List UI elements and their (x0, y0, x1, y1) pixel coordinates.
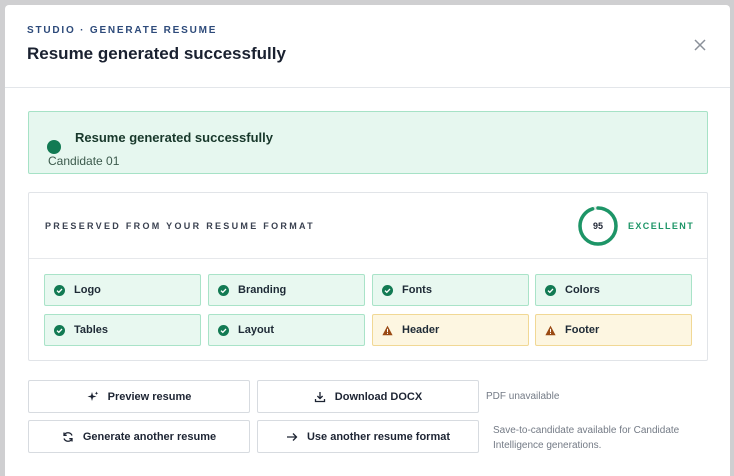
banner-title: Resume generated successfully (75, 130, 273, 145)
preserved-item-logo: Logo (44, 274, 201, 306)
score-ring: 95 (577, 205, 619, 247)
check-circle-icon (382, 285, 393, 296)
preserved-format-label: PRESERVED FROM YOUR RESUME FORMAT (45, 221, 315, 231)
score-rating: EXCELLENT (628, 221, 695, 231)
candidate-name: Candidate 01 (48, 154, 120, 168)
save-to-candidate-note: Save-to-candidate available for Candidat… (493, 425, 680, 451)
breadcrumb: STUDIO · GENERATE RESUME (27, 25, 218, 36)
check-circle-icon (218, 285, 229, 296)
refresh-icon (62, 431, 74, 443)
check-circle-icon (218, 325, 229, 336)
preserved-item-tables: Tables (44, 314, 201, 346)
preserved-item-colors: Colors (535, 274, 692, 306)
preserved-items-grid: Logo Branding Fonts Colors Tables Layout… (44, 274, 692, 346)
preview-resume-button[interactable]: Preview resume (28, 380, 250, 413)
dialog-header: STUDIO · GENERATE RESUME Resume generate… (5, 5, 730, 88)
download-docx-button[interactable]: Download DOCX (257, 380, 479, 413)
preserved-item-branding: Branding (208, 274, 365, 306)
pdf-unavailable-note: PDF unavailable (486, 391, 560, 402)
check-circle-icon (54, 285, 65, 296)
generate-resume-dialog: STUDIO · GENERATE RESUME Resume generate… (5, 5, 730, 476)
check-circle-icon (545, 285, 556, 296)
success-check-icon (47, 140, 61, 154)
preserved-item-fonts: Fonts (372, 274, 529, 306)
generate-another-resume-button[interactable]: Generate another resume (28, 420, 250, 453)
check-circle-icon (54, 325, 65, 336)
preserved-format-header: PRESERVED FROM YOUR RESUME FORMAT 95 EXC… (29, 193, 707, 259)
sparkle-icon (87, 391, 99, 403)
page-title: Resume generated successfully (27, 44, 286, 63)
score-value: 95 (592, 221, 603, 231)
preserved-item-footer: Footer (535, 314, 692, 346)
preserved-item-header: Header (372, 314, 529, 346)
arrow-right-icon (286, 431, 298, 443)
preserved-item-layout: Layout (208, 314, 365, 346)
success-banner: Resume generated successfully Candidate … (28, 111, 708, 174)
warning-triangle-icon (382, 325, 393, 336)
use-another-format-button[interactable]: Use another resume format (257, 420, 479, 453)
close-icon (694, 39, 706, 51)
preserved-format-panel: PRESERVED FROM YOUR RESUME FORMAT 95 EXC… (28, 192, 708, 361)
warning-triangle-icon (545, 325, 556, 336)
download-icon (314, 391, 326, 403)
close-button[interactable] (692, 37, 708, 53)
